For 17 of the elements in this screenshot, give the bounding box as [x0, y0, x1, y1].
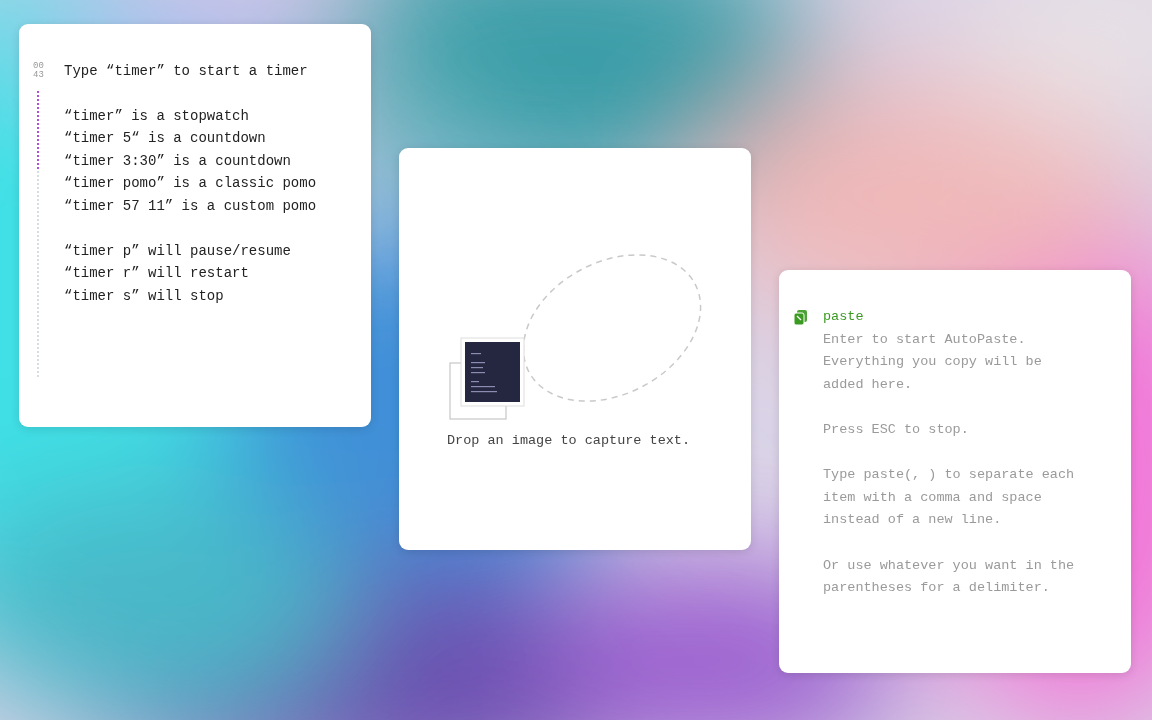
- command-line: “timer r” will restart: [64, 264, 250, 283]
- help-paragraph: Enter to start AutoPaste. Everything you copy will be added here.: [823, 330, 1043, 394]
- help-paragraph: Type paste(, ) to separate each item with a comma and space instead of a new line.: [823, 466, 1075, 530]
- drop-hint: Drop an image to capture text.: [447, 432, 691, 450]
- example-line: “timer 5“ is a countdown: [64, 129, 267, 148]
- clipboard-icon: [794, 310, 807, 325]
- example-line: “timer” is a stopwatch: [64, 106, 250, 126]
- example-line: “timer 57 11” is a custom pomo: [64, 196, 318, 216]
- command-line: “timer p” will pause/resume: [64, 241, 292, 261]
- example-line: “timer pomo” is a classic pomo: [64, 174, 318, 193]
- help-paragraph: Or use whatever you want in the parentheses for a delimiter.: [823, 556, 1075, 598]
- help-paragraph: Press ESC to stop.: [823, 420, 970, 439]
- example-line: “timer 3:30” is a countdown: [64, 151, 292, 171]
- command-name: paste: [823, 308, 864, 326]
- command-line: “timer s” will stop: [64, 286, 225, 306]
- elapsed-time: 00 43: [33, 60, 45, 82]
- instruction-title: Type “timer” to start a timer: [64, 62, 309, 81]
